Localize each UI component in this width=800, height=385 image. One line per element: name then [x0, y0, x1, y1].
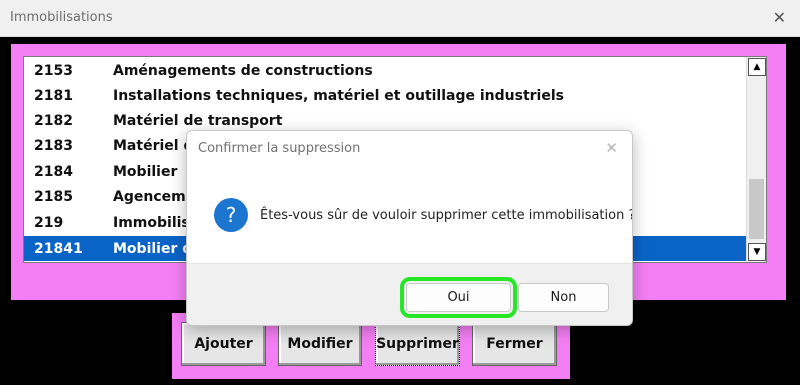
list-item[interactable]: 2181 Installations techniques, matériel …	[24, 83, 747, 108]
list-item-label: Installations techniques, matériel et ou…	[113, 88, 564, 104]
close-icon[interactable]: ✕	[773, 8, 786, 27]
list-item-code: 2184	[34, 164, 73, 180]
scroll-up-icon[interactable]: ▲	[748, 58, 766, 76]
dialog-title-bar: Confirmer la suppression ✕	[187, 131, 632, 165]
no-button[interactable]: Non	[518, 283, 609, 312]
list-item-code: 2153	[34, 63, 73, 79]
dialog-footer: Oui Non	[187, 263, 632, 325]
close-icon[interactable]: ✕	[605, 139, 618, 157]
list-item-code: 2183	[34, 138, 73, 154]
list-item-code: 21841	[34, 241, 83, 257]
add-button[interactable]: Ajouter	[181, 322, 266, 366]
list-item-code: 219	[34, 215, 64, 231]
edit-button[interactable]: Modifier	[278, 322, 362, 366]
list-item-label: Aménagements de constructions	[113, 63, 373, 79]
dialog-title: Confirmer la suppression	[198, 141, 361, 156]
list-item-label: Matériel de transport	[113, 113, 283, 129]
list-item-code: 2185	[34, 189, 73, 205]
list-item-label: Mobilier	[113, 164, 178, 180]
scroll-down-icon[interactable]: ▼	[748, 243, 766, 261]
close-button[interactable]: Fermer	[472, 322, 557, 366]
scroll-thumb[interactable]	[749, 179, 764, 239]
yes-button[interactable]: Oui	[400, 277, 517, 318]
dialog-message: Êtes-vous sûr de vouloir supprimer cette…	[260, 208, 633, 223]
confirm-dialog: Confirmer la suppression ✕ ? Êtes-vous s…	[186, 130, 633, 326]
list-item-label: Agenceme	[113, 189, 196, 205]
list-item-code: 2182	[34, 113, 73, 129]
list-item-code: 2181	[34, 88, 73, 104]
list-scrollbar[interactable]: ▲ ▼	[746, 57, 766, 262]
title-bar: Immobilisations ✕	[0, 0, 800, 37]
window-title: Immobilisations	[10, 10, 113, 25]
list-item[interactable]: 2153 Aménagements de constructions	[24, 58, 747, 83]
dialog-body: ? Êtes-vous sûr de vouloir supprimer cet…	[187, 165, 632, 263]
question-icon: ?	[214, 198, 248, 232]
delete-button[interactable]: Supprimer	[375, 322, 460, 366]
